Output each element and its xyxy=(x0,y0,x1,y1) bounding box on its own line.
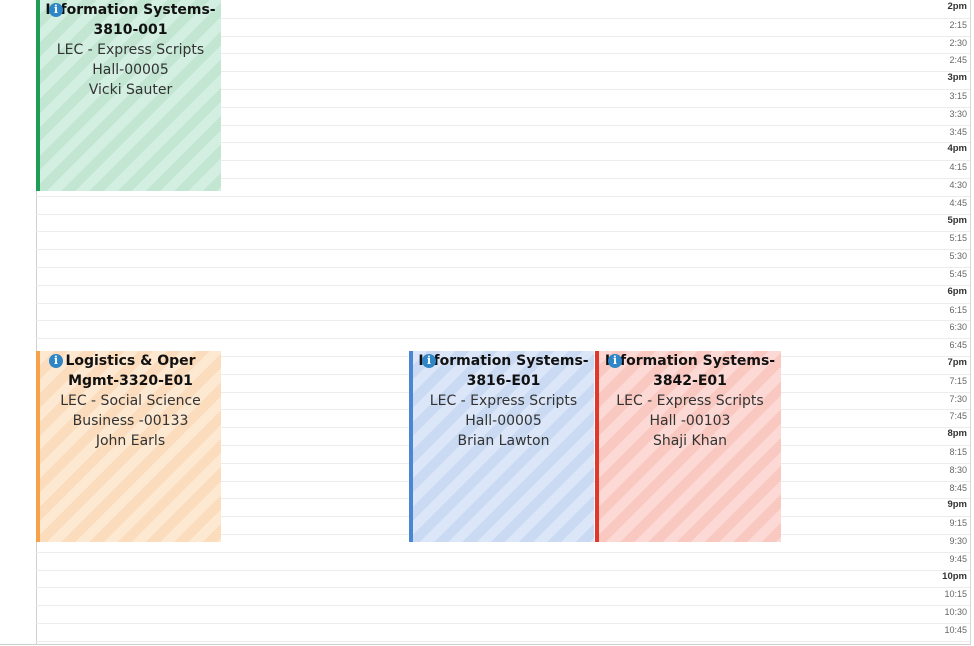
time-label: 3pm xyxy=(947,72,967,84)
info-icon[interactable]: i xyxy=(49,354,63,368)
time-label: 6pm xyxy=(947,285,967,297)
grid-row-line xyxy=(36,267,970,268)
time-label: 8:45 xyxy=(949,482,967,493)
time-label: 10:15 xyxy=(944,589,967,600)
event-title: Logistics & Oper Mgmt-3320-E01 xyxy=(65,353,196,389)
time-label: 9:45 xyxy=(949,553,967,564)
grid-row-line xyxy=(36,231,970,233)
time-label: 5pm xyxy=(947,214,967,226)
time-label: 10:30 xyxy=(944,607,967,618)
grid-row-line xyxy=(36,284,970,286)
time-label: 2:15 xyxy=(949,19,967,30)
event-instructor: John Earls xyxy=(95,433,166,449)
time-label: 8:15 xyxy=(949,447,967,457)
time-label: 2:45 xyxy=(949,55,967,66)
event-location: LEC - Express Scripts Hall-00005 xyxy=(56,42,205,78)
event-title: Information Systems-3816-E01 xyxy=(418,353,589,389)
grid-row-line xyxy=(36,213,970,215)
time-label: 9pm xyxy=(947,499,967,511)
calendar-event[interactable]: i Information Systems-3810-001 LEC - Expre… xyxy=(36,0,221,191)
info-icon[interactable]: i xyxy=(608,354,622,368)
time-label: 3:45 xyxy=(949,126,967,137)
grid-row-line xyxy=(36,623,970,624)
event-title: Information Systems-3810-001 xyxy=(45,2,216,38)
time-label: 4:45 xyxy=(949,197,967,208)
time-label: 7:45 xyxy=(949,411,967,422)
time-label: 6:15 xyxy=(949,304,967,315)
event-title: Information Systems-3842-E01 xyxy=(604,353,776,389)
grid-row-line xyxy=(36,551,970,553)
time-label: 6:45 xyxy=(949,340,967,351)
grid-row-line xyxy=(36,569,970,571)
time-label: 9:30 xyxy=(949,536,967,546)
event-location: LEC - Express Scripts Hall-00005 xyxy=(429,393,578,429)
time-label: 6:30 xyxy=(949,322,967,333)
grid-row-line xyxy=(36,640,970,642)
time-label: 3:30 xyxy=(949,108,967,119)
time-label: 4:30 xyxy=(949,180,967,190)
time-label: 5:45 xyxy=(949,269,967,279)
grid-row-line xyxy=(36,587,970,589)
event-instructor: Brian Lawton xyxy=(457,433,550,449)
time-label: 2pm xyxy=(947,1,967,12)
grid-row-line xyxy=(36,320,970,322)
time-gutter xyxy=(0,0,37,644)
time-label: 5:15 xyxy=(949,233,967,244)
time-label: 4:15 xyxy=(949,162,967,173)
event-instructor: Vicki Sauter xyxy=(88,82,173,98)
time-label: 3:15 xyxy=(949,91,967,101)
calendar-event[interactable]: i Information Systems-3842-E01 LEC - Expre… xyxy=(595,351,781,542)
time-label: 10pm xyxy=(942,570,967,582)
time-label: 8pm xyxy=(947,428,967,440)
info-icon[interactable]: i xyxy=(49,3,63,17)
time-label: 10:45 xyxy=(944,625,967,635)
time-label: 7pm xyxy=(947,357,967,368)
time-label: 4pm xyxy=(947,143,967,155)
grid-row-line xyxy=(36,195,970,197)
calendar-event[interactable]: i Information Systems-3816-E01 LEC - Expre… xyxy=(409,351,594,542)
time-label: 7:30 xyxy=(949,393,967,404)
grid-row-line xyxy=(36,249,970,251)
info-icon[interactable]: i xyxy=(422,354,436,368)
grid-row-line xyxy=(36,302,970,304)
grid-row-line xyxy=(36,338,970,340)
time-label: 5:30 xyxy=(949,251,967,262)
grid-row-line xyxy=(36,605,970,607)
time-label: 8:30 xyxy=(949,464,967,475)
calendar-event[interactable]: i Logistics & Oper Mgmt-3320-E01 LEC - Soc… xyxy=(36,351,221,542)
event-instructor: Shaji Khan xyxy=(652,433,728,449)
time-label: 7:15 xyxy=(949,375,967,386)
event-location: LEC - Social Science Business -00133 xyxy=(60,393,201,429)
time-label: 2:30 xyxy=(949,37,967,48)
event-location: LEC - Express Scripts Hall -00103 xyxy=(616,393,764,429)
time-label: 9:15 xyxy=(949,518,967,529)
calendar-day-grid: 2pm 2:15 2:30 2:45 3pm 3:15 3:30 3:45 4pm 4:15 4:3… xyxy=(0,0,971,645)
